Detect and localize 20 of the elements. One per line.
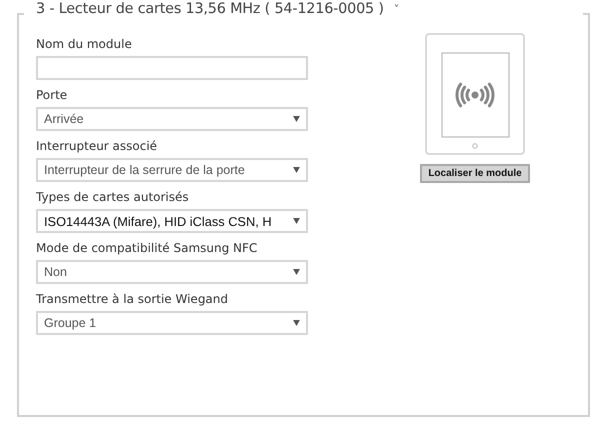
field-label: Mode de compatibilité Samsung NFC — [36, 241, 258, 255]
dropdown-arrow-icon — [293, 218, 300, 224]
field-label: Nom du module — [36, 37, 133, 51]
dropdown[interactable]: ISO14443A (Mifare), HID iClass CSN, H — [36, 209, 308, 233]
locate-module-button[interactable]: Localiser le module — [420, 164, 530, 183]
collapse-toggle[interactable]: ˅ — [394, 2, 400, 16]
dropdown[interactable]: Non — [36, 260, 308, 284]
dropdown-arrow-icon — [293, 269, 300, 275]
dropdown[interactable]: Interrupteur de la serrure de la porte — [36, 158, 308, 182]
input-field[interactable] — [36, 56, 308, 80]
dropdown-arrow-icon — [293, 320, 300, 326]
field-label: Interrupteur associé — [36, 139, 158, 153]
dropdown[interactable]: Groupe 1 — [36, 311, 308, 335]
section-title: 3 - Lecteur de cartes 13,56 MHz ( 54-1216-0005 ) — [36, 1, 384, 17]
field-label: Transmettre à la sortie Wiegand — [36, 292, 230, 306]
dropdown-arrow-icon — [293, 116, 300, 122]
field-label: Types de cartes autorisés — [36, 190, 190, 204]
dropdown[interactable]: Arrivée — [36, 107, 308, 131]
dropdown-arrow-icon — [293, 167, 300, 173]
field-label: Porte — [36, 88, 68, 102]
